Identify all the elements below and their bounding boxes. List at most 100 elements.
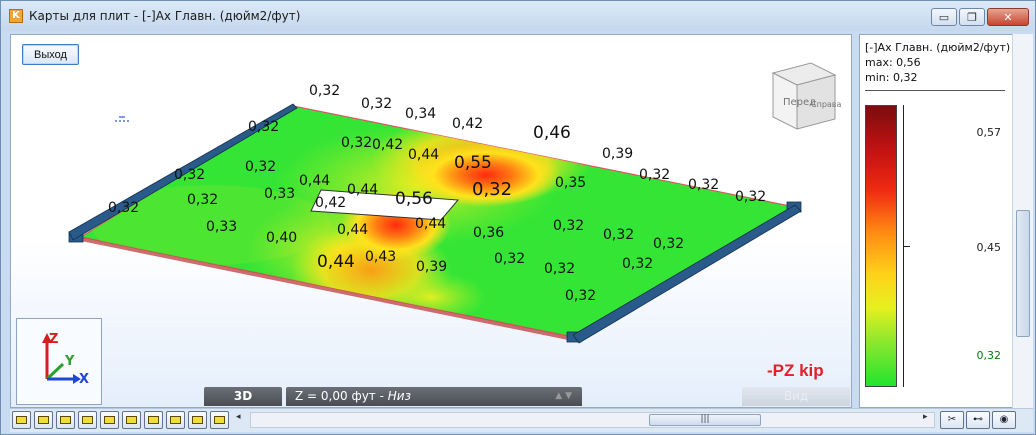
view-3d-tab[interactable]: 3D xyxy=(204,387,282,406)
scroll-right-icon[interactable]: ▸ xyxy=(923,412,928,422)
map-viewport[interactable]: 0,32 0,32 0,34 0,42 0,46 0,32 0,32 0,42 0,44 0,55… xyxy=(10,34,852,408)
map-value-label: 0,32 xyxy=(174,167,205,183)
map-value-label: 0,32 xyxy=(309,83,340,99)
view-cube-right-label: Справа xyxy=(811,100,842,109)
map-value-label: 0,39 xyxy=(416,259,447,275)
map-value-label: 0,32 xyxy=(341,135,372,151)
legend-color-bar xyxy=(865,105,897,387)
z-plane-arrows-icon[interactable]: ▲ ▼ xyxy=(555,387,572,406)
plate-5-icon[interactable] xyxy=(100,411,119,429)
cut-icon[interactable]: ✂ xyxy=(940,411,964,429)
map-value-label: 0,35 xyxy=(555,175,586,191)
map-value-label: 0,33 xyxy=(206,219,237,235)
map-value-label: 0,32 xyxy=(553,218,584,234)
legend-max: max: 0,56 xyxy=(865,56,921,69)
z-plane-separator: - xyxy=(375,389,388,403)
z-plane-side: Низ xyxy=(387,389,411,403)
slab-maps-window: K Карты для плит - [-]Ах Главн. (дюйм2/ф… xyxy=(0,0,1036,435)
legend-min: min: 0,32 xyxy=(865,71,918,84)
map-value-label: 0,32 xyxy=(565,288,596,304)
map-value-label: 0,32 xyxy=(472,179,512,200)
plate-4-icon[interactable] xyxy=(78,411,97,429)
minimize-button[interactable]: ▭ xyxy=(931,8,957,26)
plate-7-icon[interactable] xyxy=(144,411,163,429)
plate-3-icon[interactable] xyxy=(56,411,75,429)
legend-mid-tick xyxy=(903,246,910,247)
bottom-toolbar: ◂ ||| ▸ ✂ ⊷ ◉ xyxy=(10,408,1033,432)
map-value-label: 0,44 xyxy=(408,147,439,163)
legend-scroll-thumb[interactable] xyxy=(1016,210,1030,337)
map-value-label: 0,33 xyxy=(264,186,295,202)
close-icon: ✕ xyxy=(1003,10,1013,24)
restore-icon: ❐ xyxy=(967,10,977,24)
chain-icon[interactable]: ⊷ xyxy=(966,411,990,429)
map-value-label: 0,42 xyxy=(372,137,403,153)
z-plane-selector[interactable]: Z = 0,00 фут - Низ ▲ ▼ xyxy=(286,387,582,406)
plate-6-icon[interactable] xyxy=(122,411,141,429)
map-value-label: 0,44 xyxy=(317,252,355,272)
view-cube[interactable]: Перед Справа xyxy=(771,62,842,130)
plate-1-icon[interactable] xyxy=(12,411,31,429)
map-value-label: 0,44 xyxy=(415,216,446,232)
map-value-label: 0,46 xyxy=(533,123,571,143)
legend-title: [-]Ах Главн. (дюйм2/фут) xyxy=(865,41,1011,54)
map-value-label: 0,40 xyxy=(266,230,297,246)
map-value-label: 0,39 xyxy=(602,146,633,162)
minimize-icon: ▭ xyxy=(938,10,950,24)
x-axis-label: X xyxy=(79,372,89,387)
y-axis-label: Y xyxy=(64,354,75,369)
plate-10-icon[interactable] xyxy=(210,411,229,429)
window-title: Карты для плит - [-]Ах Главн. (дюйм2/фут… xyxy=(29,9,301,23)
map-value-label: 0,32 xyxy=(108,200,139,216)
map-value-label: 0,32 xyxy=(248,119,279,135)
map-value-label: 0,32 xyxy=(622,256,653,272)
map-value-label: 0,43 xyxy=(365,249,396,265)
map-value-label: 0,36 xyxy=(473,225,504,241)
scroll-grip-icon: ||| xyxy=(700,414,710,424)
scroll-left-icon[interactable]: ◂ xyxy=(236,412,241,422)
maximize-button[interactable]: ❐ xyxy=(959,8,985,26)
legend-value-top: 0,57 xyxy=(976,126,1002,139)
map-value-label: 0,32 xyxy=(245,159,276,175)
small-marker-icon xyxy=(115,116,129,122)
legend-scrollbar[interactable] xyxy=(1012,34,1033,408)
horizontal-scrollbar[interactable]: ||| xyxy=(250,412,935,428)
legend-value-bottom: 0,32 xyxy=(976,349,1002,362)
map-value-label: 0,42 xyxy=(452,116,483,132)
map-value-label: 0,32 xyxy=(639,167,670,183)
exit-button[interactable]: Выход xyxy=(22,44,79,65)
map-value-label: 0,32 xyxy=(187,192,218,208)
color-legend: [-]Ах Главн. (дюйм2/фут) max: 0,56 min: … xyxy=(859,34,1033,408)
map-value-label: 0,32 xyxy=(688,177,719,193)
plate-2-icon[interactable] xyxy=(34,411,53,429)
view-tab[interactable]: Вид xyxy=(742,387,850,406)
map-value-label: 0,32 xyxy=(494,251,525,267)
map-value-label: 0,32 xyxy=(653,236,684,252)
load-case-label: -PZ kip xyxy=(767,361,824,380)
z-axis-label: Z xyxy=(49,332,58,347)
eye-icon[interactable]: ◉ xyxy=(992,411,1016,429)
slab-contour-map[interactable]: 0,320,320,340,42 0,460,320,32 0,420,44 0,55… xyxy=(11,35,852,408)
horizontal-scroll-thumb[interactable]: ||| xyxy=(649,414,761,426)
map-value-label: 0,34 xyxy=(405,106,436,122)
map-value-label: 0,32 xyxy=(735,189,766,205)
map-value-label: 0,44 xyxy=(347,182,378,198)
axis-triad-icon: Z Y X xyxy=(42,332,89,387)
app-icon: K xyxy=(9,9,23,23)
close-button[interactable]: ✕ xyxy=(987,8,1029,26)
axis-triad: Z Y X xyxy=(16,318,102,405)
map-value-label: 0,56 xyxy=(395,189,433,209)
plate-8-icon[interactable] xyxy=(166,411,185,429)
map-value-label: 0,44 xyxy=(299,173,330,189)
title-bar[interactable]: K Карты для плит - [-]Ах Главн. (дюйм2/ф… xyxy=(1,1,1035,31)
map-value-label: 0,42 xyxy=(315,195,346,211)
map-value-label: 0,44 xyxy=(337,222,368,238)
plate-9-icon[interactable] xyxy=(188,411,207,429)
map-value-label: 0,32 xyxy=(544,261,575,277)
map-value-label: 0,55 xyxy=(454,153,492,173)
map-value-label: 0,32 xyxy=(603,227,634,243)
legend-value-mid: 0,45 xyxy=(976,241,1002,254)
z-plane-value: Z = 0,00 фут xyxy=(295,389,376,403)
map-value-label: 0,32 xyxy=(361,96,392,112)
legend-divider xyxy=(865,90,1005,91)
